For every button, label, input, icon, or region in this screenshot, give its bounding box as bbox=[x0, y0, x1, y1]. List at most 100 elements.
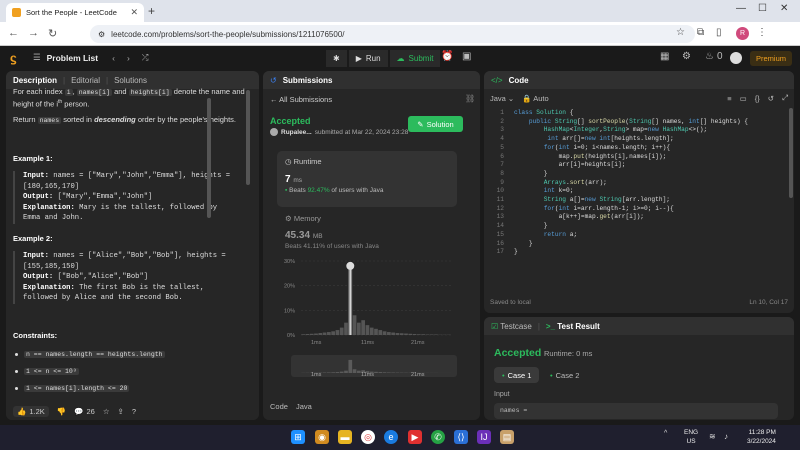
comments-button[interactable]: 💬 26 bbox=[74, 407, 95, 416]
intellij-icon[interactable]: IJ bbox=[477, 430, 491, 444]
braces-icon[interactable]: {} bbox=[755, 94, 760, 103]
bar bbox=[421, 334, 425, 335]
constraint-text: n == names.length == heights.length bbox=[24, 351, 165, 358]
run-button[interactable]: ▶ Run bbox=[348, 50, 388, 67]
file-explorer-icon[interactable]: ▬ bbox=[338, 430, 352, 444]
line-number: 9 bbox=[500, 178, 504, 186]
bar bbox=[369, 327, 374, 335]
profile-avatar[interactable]: R bbox=[736, 27, 749, 40]
url-bar[interactable]: ⚙ leetcode.com/problems/sort-the-people/… bbox=[90, 25, 695, 43]
close-window-icon[interactable]: ✕ bbox=[780, 3, 788, 14]
language-select[interactable]: Java ⌄ bbox=[490, 94, 514, 103]
like-button[interactable]: 👍 1.2K bbox=[13, 405, 49, 417]
tray-overflow-icon[interactable]: ^ bbox=[664, 430, 667, 437]
back-icon[interactable]: ← bbox=[8, 27, 19, 39]
reset-icon[interactable]: ↺ bbox=[768, 94, 774, 103]
case-2-tab[interactable]: • Case 2 bbox=[550, 367, 579, 383]
constraints-title: Constraints: bbox=[13, 331, 58, 340]
widgets-icon[interactable]: ◉ bbox=[315, 430, 329, 444]
site-info-icon[interactable]: ⚙ bbox=[98, 30, 105, 39]
edge-icon[interactable]: e bbox=[384, 430, 398, 444]
bookmark-star-icon[interactable]: ☆ bbox=[676, 27, 685, 38]
volume-icon[interactable]: ♪ bbox=[724, 432, 728, 441]
submissions-scrollbar[interactable] bbox=[207, 98, 211, 218]
tab-editorial[interactable]: Editorial bbox=[71, 76, 100, 85]
y-tick-label: 20% bbox=[284, 284, 295, 290]
maximize-icon[interactable]: ☐ bbox=[758, 3, 767, 14]
case-2-label: Case 2 bbox=[555, 370, 580, 380]
wifi-icon[interactable]: ≋ bbox=[709, 432, 716, 441]
clock[interactable]: 11:28 PM 3/22/2024 bbox=[747, 428, 776, 446]
timer-icon[interactable]: ⏰ bbox=[441, 51, 453, 62]
overview-bar bbox=[378, 372, 383, 373]
browser-tab[interactable]: Sort the People - LeetCode ✕ bbox=[6, 3, 144, 22]
auto-mode-toggle[interactable]: 🔒 Auto bbox=[522, 94, 548, 103]
vscode-icon[interactable]: ⟨⟩ bbox=[454, 430, 468, 444]
whatsapp-icon[interactable]: ✆ bbox=[431, 430, 445, 444]
notepad-icon[interactable]: ▤ bbox=[500, 430, 514, 444]
tab-description[interactable]: Description bbox=[13, 76, 57, 85]
submissions-title[interactable]: Submissions bbox=[283, 76, 333, 85]
bar bbox=[408, 333, 413, 335]
next-problem-icon[interactable]: › bbox=[127, 53, 130, 63]
tab-solutions[interactable]: Solutions bbox=[114, 76, 147, 85]
sidebar-icon[interactable]: ▯ bbox=[716, 27, 722, 38]
author-name[interactable]: Rupalee... bbox=[281, 129, 312, 136]
bullet-icon bbox=[15, 353, 18, 356]
prev-problem-icon[interactable]: ‹ bbox=[112, 53, 115, 63]
description-scrollbar[interactable] bbox=[246, 90, 250, 185]
tab-test-result[interactable]: >_ Test Result bbox=[546, 322, 600, 331]
all-submissions-link[interactable]: ← All Submissions bbox=[270, 95, 332, 104]
comment-icon: 💬 bbox=[74, 406, 84, 416]
language-indicator[interactable]: ENG US bbox=[684, 428, 698, 446]
tab-testcase[interactable]: ☑ Testcase bbox=[491, 322, 532, 331]
layout-icon[interactable]: ▦ bbox=[660, 51, 669, 62]
runtime-card[interactable]: ◷ Runtime 7 ms ▪ Beats 92.47% of users w… bbox=[277, 151, 457, 207]
youtube-icon[interactable]: ▶ bbox=[408, 430, 422, 444]
submit-button[interactable]: ☁ Submit bbox=[389, 50, 441, 67]
result-tabs: ☑ Testcase | >_ Test Result bbox=[484, 317, 794, 335]
text: Beats bbox=[289, 187, 308, 194]
favorite-star-icon[interactable]: ☆ bbox=[103, 407, 110, 416]
leetcode-logo-icon[interactable]: ϛ bbox=[10, 51, 22, 65]
streak-counter[interactable]: ♨ 0 bbox=[705, 51, 723, 62]
solution-button[interactable]: ✎ Solution bbox=[408, 116, 463, 132]
link-icon[interactable]: ⛓ bbox=[465, 94, 475, 103]
help-icon[interactable]: ? bbox=[132, 407, 136, 416]
notes-icon[interactable]: ▣ bbox=[462, 51, 471, 62]
memory-title[interactable]: ⚙ Memory bbox=[285, 214, 321, 223]
overview-tick-label: 1ms bbox=[311, 372, 322, 378]
dislike-button[interactable]: 👎 bbox=[57, 407, 66, 416]
close-tab-icon[interactable]: ✕ bbox=[130, 7, 138, 18]
code-editor[interactable]: 1 class Solution {2 public String[] sortP… bbox=[484, 109, 794, 299]
case-1-tab[interactable]: • Case 1 bbox=[494, 367, 540, 383]
share-icon[interactable]: ⇪ bbox=[118, 407, 124, 416]
problem-list-nav[interactable]: ☰ Problem List ‹ › ⤮ bbox=[33, 52, 149, 63]
new-tab-icon[interactable]: + bbox=[148, 4, 155, 18]
code-scrollbar[interactable] bbox=[789, 108, 793, 198]
text: height of the bbox=[13, 99, 57, 109]
bar bbox=[322, 332, 327, 335]
overview-bar bbox=[387, 372, 391, 373]
settings-icon[interactable]: ⚙ bbox=[682, 51, 691, 62]
user-avatar[interactable] bbox=[730, 52, 742, 64]
code-line: } bbox=[514, 169, 548, 177]
shuffle-icon[interactable]: ⤮ bbox=[142, 52, 149, 63]
reload-icon[interactable]: ↻ bbox=[48, 27, 57, 40]
chrome-icon[interactable]: ◎ bbox=[361, 430, 375, 444]
code-line: for(int i=0; i<names.length; i++){ bbox=[543, 143, 671, 151]
premium-button[interactable]: Premium bbox=[750, 51, 793, 66]
forward-icon[interactable]: → bbox=[28, 27, 39, 39]
chrome-menu-icon[interactable]: ⋮ bbox=[757, 27, 767, 38]
play-icon: ▶ bbox=[355, 54, 362, 63]
bookmark-icon[interactable]: ▭ bbox=[740, 94, 747, 103]
expand-icon[interactable]: ⤢ bbox=[782, 93, 788, 103]
format-icon[interactable]: ≡ bbox=[727, 94, 731, 103]
debug-button[interactable]: ✱ bbox=[326, 50, 347, 67]
runtime-distribution-chart[interactable]: 30% 20% 10% 0% 1ms 11ms 21ms 1ms 11ms 21ms bbox=[277, 255, 459, 395]
extensions-icon[interactable]: ⧉ bbox=[697, 27, 704, 38]
windows-taskbar bbox=[0, 425, 800, 450]
start-icon[interactable]: ⊞ bbox=[291, 430, 305, 444]
minimize-icon[interactable]: — bbox=[736, 3, 746, 14]
runtime-value: 7 ms bbox=[285, 174, 302, 185]
